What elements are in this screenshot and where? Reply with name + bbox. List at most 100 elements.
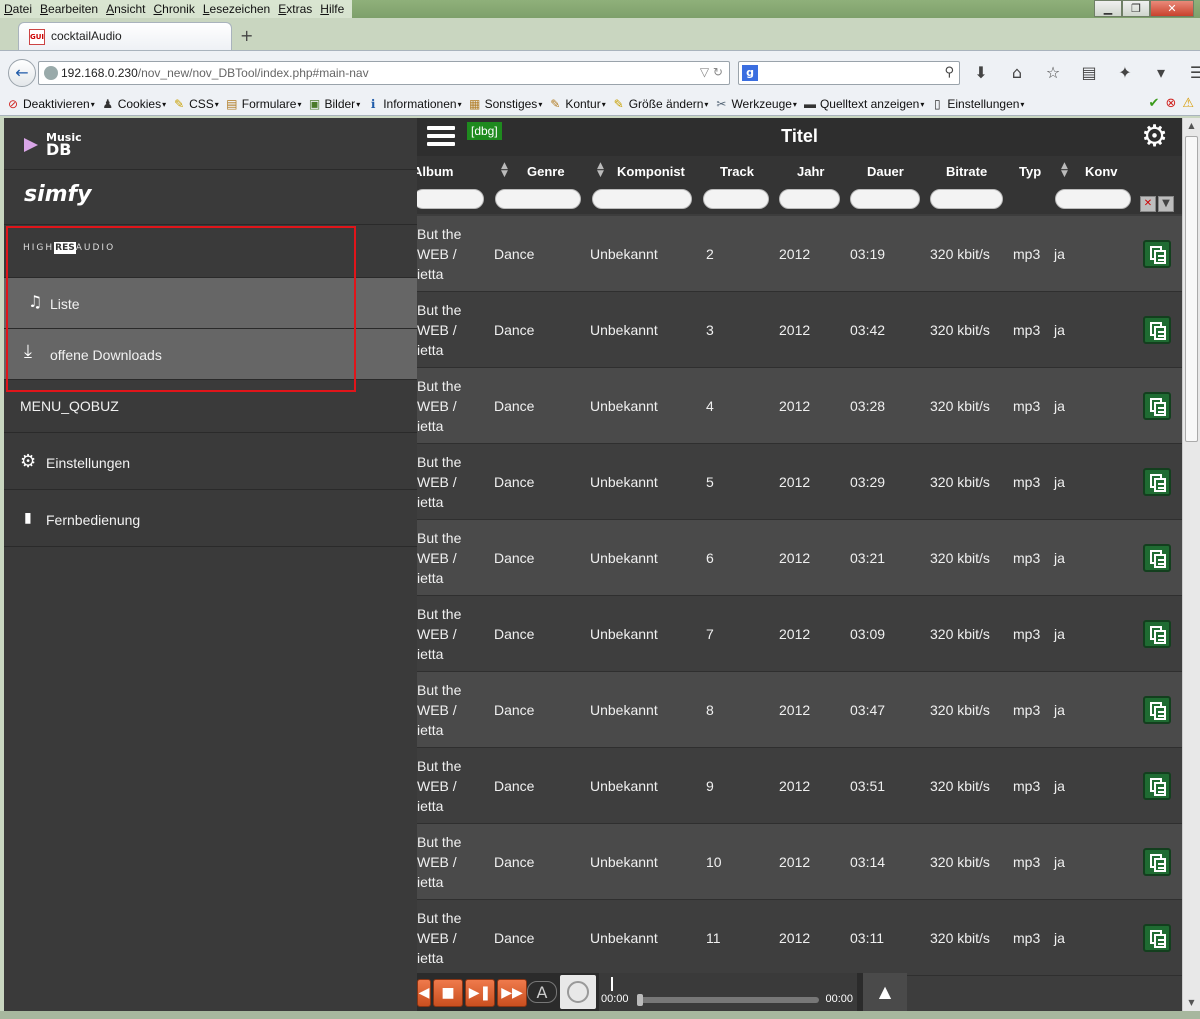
progress-handle[interactable] xyxy=(637,994,643,1006)
maximize-button[interactable]: ❐ xyxy=(1122,0,1150,17)
scroll-down-icon[interactable]: ▼ xyxy=(1183,995,1200,1011)
filter-icon[interactable]: ▼ xyxy=(1158,196,1174,212)
url-bar[interactable]: 192.168.0.230/nov_new/nov_DBTool/index.p… xyxy=(38,61,730,85)
expand-up-icon[interactable]: ▲ xyxy=(863,973,907,1011)
column-header-jahr[interactable]: Jahr xyxy=(797,164,824,179)
table-row[interactable]: But the WEB / ietta Dance Unbekannt 11 2012 03:… xyxy=(417,900,1182,976)
toolbar-item-quelltext-anzeigen[interactable]: ▬ Quelltext anzeigen ▾ xyxy=(803,97,924,111)
filter-album-input[interactable] xyxy=(417,189,484,209)
scrollbar-thumb[interactable] xyxy=(1185,136,1198,442)
new-tab-icon[interactable]: + xyxy=(240,26,253,45)
column-header-komponist[interactable]: Komponist xyxy=(617,164,685,179)
clipboard-icon[interactable]: ▤ xyxy=(1076,63,1102,82)
check-icon[interactable]: ✔ xyxy=(1149,96,1160,111)
menu-item-hilfe[interactable]: Hilfe xyxy=(316,0,348,18)
column-header-bitrate[interactable]: Bitrate xyxy=(946,164,987,179)
column-header-track[interactable]: Track xyxy=(720,164,754,179)
table-row[interactable]: But the WEB / ietta Dance Unbekannt 2 2012 03:1… xyxy=(417,216,1182,292)
bookmark-star-icon[interactable]: ☆ xyxy=(1040,63,1066,82)
search-bar[interactable]: g ⚲ xyxy=(738,61,960,85)
toolbar-item-bilder[interactable]: ▣ Bilder ▾ xyxy=(308,97,360,111)
table-row[interactable]: But the WEB / ietta Dance Unbekannt 8 2012 03:4… xyxy=(417,672,1182,748)
menu-item-datei[interactable]: Datei xyxy=(0,0,36,18)
clear-filter-icon[interactable]: ✕ xyxy=(1140,196,1156,212)
menu-item-ansicht[interactable]: Ansicht xyxy=(102,0,149,18)
toolbar-item-deaktivieren[interactable]: ⊘ Deaktivieren ▾ xyxy=(6,97,95,111)
download-icon[interactable]: ⬇ xyxy=(968,63,994,82)
toolbar-item-formulare[interactable]: ▤ Formulare ▾ xyxy=(225,97,301,111)
column-header-typ[interactable]: Typ xyxy=(1019,164,1041,179)
error-icon[interactable]: ⊗ xyxy=(1165,96,1176,111)
menu-item-bearbeiten[interactable]: Bearbeiten xyxy=(36,0,102,18)
addon-icon[interactable]: ✦ xyxy=(1112,63,1138,82)
filter-komponist-input[interactable] xyxy=(592,189,692,209)
add-to-playlist-icon[interactable] xyxy=(1143,468,1171,496)
back-icon[interactable]: ← xyxy=(8,59,36,87)
table-row[interactable]: But the WEB / ietta Dance Unbekannt 6 2012 03:2… xyxy=(417,520,1182,596)
add-to-playlist-icon[interactable] xyxy=(1143,924,1171,952)
menu-item-chronik[interactable]: Chronik xyxy=(149,0,198,18)
filter-dauer-input[interactable] xyxy=(850,189,920,209)
page-scrollbar[interactable]: ▲ ▼ xyxy=(1182,118,1200,1011)
sort-icon[interactable]: ▲ ▼ xyxy=(501,162,508,179)
add-to-playlist-icon[interactable] xyxy=(1143,696,1171,724)
table-row[interactable]: But the WEB / ietta Dance Unbekannt 3 2012 03:4… xyxy=(417,292,1182,368)
toolbar-item-größe-ändern[interactable]: ✎ Größe ändern ▾ xyxy=(612,97,709,111)
repeat-icon[interactable]: A xyxy=(527,981,557,1003)
search-engine-icon[interactable]: g xyxy=(742,65,758,81)
menu-item-extras[interactable]: Extras xyxy=(274,0,316,18)
table-row[interactable]: But the WEB / ietta Dance Unbekannt 4 2012 03:2… xyxy=(417,368,1182,444)
add-to-playlist-icon[interactable] xyxy=(1143,240,1171,268)
sidebar-item-liste[interactable]: ♫ Liste xyxy=(4,278,417,329)
toolbar-item-informationen[interactable]: ℹ Informationen ▾ xyxy=(366,97,462,111)
add-to-playlist-icon[interactable] xyxy=(1143,392,1171,420)
add-to-playlist-icon[interactable] xyxy=(1143,772,1171,800)
sidebar-item-fernbedienung[interactable]: ▮ Fernbedienung xyxy=(4,490,417,547)
add-to-playlist-icon[interactable] xyxy=(1143,848,1171,876)
sidebar-item-offene-downloads[interactable]: ⤓ offene Downloads xyxy=(4,329,417,380)
stop-button[interactable]: ■ xyxy=(433,979,463,1007)
filter-genre-input[interactable] xyxy=(495,189,581,209)
home-icon[interactable]: ⌂ xyxy=(1004,63,1030,82)
filter-bitrate-input[interactable] xyxy=(930,189,1003,209)
menu-icon[interactable]: ☰ xyxy=(1184,63,1200,82)
toolbar-item-sonstiges[interactable]: ▦ Sonstiges ▾ xyxy=(468,97,542,111)
sidebar-item-simfy[interactable]: simfy xyxy=(4,170,417,225)
add-to-playlist-icon[interactable] xyxy=(1143,620,1171,648)
table-row[interactable]: But the WEB / ietta Dance Unbekannt 5 2012 03:2… xyxy=(417,444,1182,520)
scroll-up-icon[interactable]: ▲ xyxy=(1183,118,1200,134)
sidebar-item-musicdb[interactable]: Music DB xyxy=(4,118,417,170)
debug-badge[interactable]: [dbg] xyxy=(467,122,502,140)
play-pause-button[interactable]: ▶❚ xyxy=(465,979,495,1007)
close-window-button[interactable]: ✕ xyxy=(1150,0,1194,17)
column-header-genre[interactable]: Genre xyxy=(527,164,565,179)
previous-icon[interactable]: ◀ xyxy=(417,979,431,1007)
toolbar-item-css[interactable]: ✎ CSS ▾ xyxy=(172,97,219,111)
add-to-playlist-icon[interactable] xyxy=(1143,316,1171,344)
table-row[interactable]: But the WEB / ietta Dance Unbekannt 10 2012 03:… xyxy=(417,824,1182,900)
tab-cocktailaudio[interactable]: GUI cocktailAudio xyxy=(18,22,232,50)
gear-icon[interactable]: ⚙ xyxy=(1141,120,1168,154)
search-icon[interactable]: ⚲ xyxy=(944,65,954,80)
sort-icon[interactable]: ▲ ▼ xyxy=(597,162,604,179)
filter-track-input[interactable] xyxy=(703,189,769,209)
minimize-button[interactable]: ▁ xyxy=(1094,0,1122,17)
dropdown-icon[interactable]: ▾ xyxy=(1148,63,1174,82)
filter-jahr-input[interactable] xyxy=(779,189,840,209)
table-row[interactable]: But the WEB / ietta Dance Unbekannt 9 2012 03:5… xyxy=(417,748,1182,824)
column-header-konv[interactable]: Konv xyxy=(1085,164,1118,179)
filter-konv-input[interactable] xyxy=(1055,189,1131,209)
next-button[interactable]: ▶▶ xyxy=(497,979,527,1007)
column-header-dauer[interactable]: Dauer xyxy=(867,164,904,179)
sort-icon[interactable]: ▲ ▼ xyxy=(1061,162,1068,179)
hamburger-menu-icon[interactable] xyxy=(427,126,455,148)
column-header-album[interactable]: Album xyxy=(417,164,453,179)
toolbar-item-cookies[interactable]: ♟ Cookies ▾ xyxy=(101,97,166,111)
toolbar-item-werkzeuge[interactable]: ✂ Werkzeuge ▾ xyxy=(714,97,797,111)
sidebar-item-einstellungen[interactable]: ⚙ Einstellungen xyxy=(4,433,417,490)
add-to-playlist-icon[interactable] xyxy=(1143,544,1171,572)
cd-icon[interactable] xyxy=(560,975,596,1009)
menu-item-lesezeichen[interactable]: Lesezeichen xyxy=(199,0,274,18)
sidebar-item-highresaudio[interactable]: HIGHRESAUDIO xyxy=(4,225,417,278)
warning-icon[interactable]: ⚠ xyxy=(1182,96,1194,111)
